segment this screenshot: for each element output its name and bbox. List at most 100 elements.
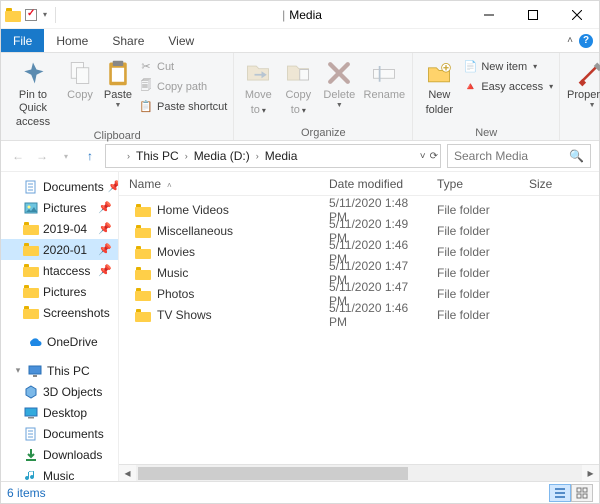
- row-name: Movies: [157, 245, 195, 259]
- pin-icon: [19, 59, 47, 87]
- row-name: Photos: [157, 287, 194, 301]
- breadcrumb-chevron-icon[interactable]: ›: [255, 151, 260, 161]
- maximize-button[interactable]: [511, 1, 555, 28]
- search-box[interactable]: Search Media 🔍: [447, 144, 591, 168]
- paste-shortcut-button[interactable]: 📋 Paste shortcut: [139, 97, 227, 116]
- breadcrumb-this-pc[interactable]: This PC: [133, 149, 182, 163]
- cut-button[interactable]: ✂ Cut: [139, 57, 227, 76]
- new-folder-icon: [425, 59, 453, 87]
- tab-view[interactable]: View: [156, 29, 206, 52]
- group-label-clipboard: Clipboard: [7, 129, 227, 142]
- ribbon-right-controls: ˄ ?: [567, 29, 599, 52]
- table-row[interactable]: Home Videos5/11/2020 1:48 PMFile folder: [119, 196, 599, 217]
- scroll-thumb[interactable]: [138, 467, 408, 480]
- tab-share[interactable]: Share: [100, 29, 156, 52]
- forward-button[interactable]: →: [33, 147, 51, 165]
- nav-tree[interactable]: Documents📌Pictures📌2019-04📌2020-01📌htacc…: [1, 172, 119, 481]
- folder-icon: [23, 306, 39, 320]
- new-folder-button[interactable]: New folder: [419, 55, 459, 116]
- pin-to-quick-access-button[interactable]: Pin to Quick access: [7, 55, 59, 129]
- address-folder-icon: [109, 150, 123, 163]
- back-button[interactable]: ←: [9, 147, 27, 165]
- new-item-button[interactable]: 📄 New item▾: [463, 57, 553, 76]
- close-button[interactable]: [555, 1, 599, 28]
- tab-file[interactable]: File: [1, 29, 44, 52]
- tree-item[interactable]: 2020-01📌: [1, 239, 118, 260]
- expand-icon[interactable]: ▾: [13, 365, 23, 376]
- up-button[interactable]: ↑: [81, 147, 99, 165]
- breadcrumb-drive[interactable]: Media (D:): [191, 149, 253, 163]
- table-row[interactable]: Movies5/11/2020 1:46 PMFile folder: [119, 238, 599, 259]
- scroll-right-button[interactable]: ▸: [582, 465, 599, 482]
- tree-item-label: This PC: [47, 364, 90, 378]
- tree-item[interactable]: 2019-04📌: [1, 218, 118, 239]
- paste-shortcut-icon: 📋: [139, 100, 153, 114]
- qat-properties-icon[interactable]: ✓: [25, 9, 37, 21]
- folder-icon: [135, 288, 151, 301]
- pin-icon: 📌: [98, 222, 112, 235]
- easy-access-button[interactable]: 🔺 Easy access▾: [463, 77, 553, 96]
- view-mode-buttons: [549, 484, 593, 502]
- recent-caret-icon[interactable]: ▾: [57, 147, 75, 165]
- column-size[interactable]: Size: [519, 177, 579, 191]
- row-name: Home Videos: [157, 203, 229, 217]
- app-folder-icon: [5, 8, 21, 22]
- tree-item[interactable]: Documents: [1, 423, 118, 444]
- breadcrumb-chevron-icon[interactable]: ›: [184, 151, 189, 161]
- view-thumbnails-button[interactable]: [571, 484, 593, 502]
- music-icon: [23, 469, 39, 482]
- tree-item[interactable]: Pictures📌: [1, 197, 118, 218]
- ribbon-group-organize: Move to▾ Copy to▾ Delete ▼: [234, 53, 413, 140]
- delete-button[interactable]: Delete ▼: [320, 55, 358, 108]
- tree-item[interactable]: htaccess📌: [1, 260, 118, 281]
- scroll-left-button[interactable]: ◂: [119, 465, 136, 482]
- tree-item[interactable]: OneDrive: [1, 331, 118, 352]
- table-row[interactable]: Music5/11/2020 1:47 PMFile folder: [119, 259, 599, 280]
- horizontal-scrollbar[interactable]: ◂ ▸: [119, 464, 599, 481]
- paste-button[interactable]: Paste ▼: [101, 55, 135, 108]
- copy-to-button[interactable]: Copy to▾: [280, 55, 316, 116]
- tree-item-label: OneDrive: [47, 335, 98, 349]
- quick-access-toolbar: ✓ ▾: [1, 7, 62, 23]
- table-row[interactable]: Photos5/11/2020 1:47 PMFile folder: [119, 280, 599, 301]
- tree-item[interactable]: Downloads: [1, 444, 118, 465]
- rename-button[interactable]: Rename: [362, 55, 406, 102]
- tree-item-label: Pictures: [43, 201, 86, 215]
- breadcrumb-chevron-icon[interactable]: ›: [126, 151, 131, 161]
- tab-home[interactable]: Home: [44, 29, 100, 52]
- row-type: File folder: [427, 203, 519, 217]
- refresh-icon[interactable]: ⟳: [430, 151, 438, 162]
- tree-item[interactable]: Music: [1, 465, 118, 481]
- qat-customize-caret[interactable]: ▾: [41, 10, 49, 19]
- column-name[interactable]: Name˄: [119, 177, 319, 191]
- tree-item[interactable]: 3D Objects: [1, 381, 118, 402]
- breadcrumb-current[interactable]: Media: [262, 149, 301, 163]
- view-details-button[interactable]: [549, 484, 571, 502]
- tree-item[interactable]: ▾ This PC: [1, 360, 118, 381]
- copy-button[interactable]: Copy: [63, 55, 97, 102]
- nav-bar: ← → ▾ ↑ › This PC › Media (D:) › Media ˅…: [1, 141, 599, 171]
- address-bar[interactable]: › This PC › Media (D:) › Media ˅ ⟳: [105, 144, 441, 168]
- help-icon[interactable]: ?: [579, 34, 593, 48]
- tree-item[interactable]: Desktop: [1, 402, 118, 423]
- minimize-button[interactable]: [467, 1, 511, 28]
- ribbon-group-new: New folder 📄 New item▾ 🔺 Easy access▾ Ne…: [413, 53, 560, 140]
- move-to-button[interactable]: Move to▾: [240, 55, 276, 116]
- tree-item-label: Desktop: [43, 406, 87, 420]
- tree-item[interactable]: Pictures: [1, 281, 118, 302]
- table-row[interactable]: Miscellaneous5/11/2020 1:49 PMFile folde…: [119, 217, 599, 238]
- address-dropdown-icon[interactable]: ˅: [420, 151, 426, 162]
- tree-item[interactable]: Documents📌: [1, 176, 118, 197]
- column-type[interactable]: Type: [427, 177, 519, 191]
- tree-item[interactable]: Screenshots: [1, 302, 118, 323]
- properties-button[interactable]: Properties ▼: [566, 55, 600, 108]
- scroll-track[interactable]: [136, 465, 582, 482]
- tree-item-label: Screenshots: [43, 306, 110, 320]
- row-type: File folder: [427, 287, 519, 301]
- cut-icon: ✂: [139, 60, 153, 74]
- copy-path-button[interactable]: 🗐 Copy path: [139, 77, 227, 96]
- column-date[interactable]: Date modified: [319, 177, 427, 191]
- ribbon-collapse-icon[interactable]: ˄: [567, 35, 573, 46]
- table-row[interactable]: TV Shows5/11/2020 1:46 PMFile folder: [119, 301, 599, 322]
- file-rows[interactable]: Home Videos5/11/2020 1:48 PMFile folderM…: [119, 196, 599, 464]
